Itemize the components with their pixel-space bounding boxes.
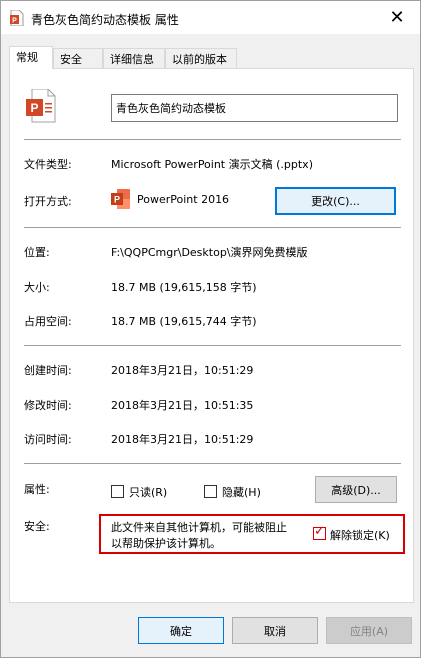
filename-input[interactable]: 青色灰色简约动态模板: [111, 94, 398, 122]
disk-size-value: 18.7 MB (19,615,744 字节): [111, 315, 257, 328]
apply-button[interactable]: 应用(A): [326, 617, 412, 644]
file-type-label: 文件类型:: [24, 158, 72, 171]
created-value: 2018年3月21日，10:51:29: [111, 364, 254, 377]
separator: [24, 227, 401, 228]
created-label: 创建时间:: [24, 364, 72, 377]
tab-security[interactable]: 安全: [53, 48, 103, 68]
modified-label: 修改时间:: [24, 399, 72, 412]
checkmark-icon: ✓: [314, 524, 325, 539]
size-value: 18.7 MB (19,615,158 字节): [111, 281, 257, 294]
tab-previous-versions[interactable]: 以前的版本: [165, 48, 237, 68]
size-label: 大小:: [24, 281, 50, 294]
change-button[interactable]: 更改(C)...: [275, 187, 396, 215]
hidden-checkbox[interactable]: [204, 485, 217, 498]
security-warning-highlight: 此文件来自其他计算机，可能被阻止 以帮助保护该计算机。 ✓ 解除锁定(K): [99, 514, 405, 554]
svg-text:P: P: [12, 18, 17, 25]
powerpoint-app-icon: P: [111, 189, 130, 209]
readonly-label[interactable]: 只读(R): [129, 484, 167, 500]
powerpoint-document-icon: P: [26, 89, 56, 123]
attributes-label: 属性:: [24, 483, 50, 496]
location-label: 位置:: [24, 246, 50, 259]
close-icon: ✕: [389, 7, 405, 28]
open-with-value: PowerPoint 2016: [137, 193, 230, 206]
svg-text:P: P: [30, 101, 38, 115]
cancel-button[interactable]: 取消: [232, 617, 318, 644]
hidden-label[interactable]: 隐藏(H): [222, 484, 261, 500]
readonly-checkbox[interactable]: [111, 485, 124, 498]
modified-value: 2018年3月21日，10:51:35: [111, 399, 254, 412]
accessed-value: 2018年3月21日，10:51:29: [111, 433, 254, 446]
separator: [24, 345, 401, 346]
disk-size-label: 占用空间:: [24, 315, 72, 328]
close-button[interactable]: ✕: [374, 1, 420, 34]
separator: [24, 139, 401, 140]
tab-details[interactable]: 详细信息: [103, 48, 165, 68]
security-label: 安全:: [24, 520, 50, 533]
svg-text:P: P: [114, 195, 120, 205]
window-title: 青色灰色简约动态模板 属性: [31, 13, 179, 27]
properties-dialog: P 青色灰色简约动态模板 属性 ✕ 常规 安全 详细信息 以前的版本 P 青色灰…: [0, 0, 421, 658]
title-bar: P 青色灰色简约动态模板 属性 ✕: [1, 1, 420, 34]
general-panel: P 青色灰色简约动态模板 文件类型: Microsoft PowerPoint …: [9, 68, 414, 603]
ok-button[interactable]: 确定: [138, 617, 224, 644]
separator: [24, 463, 401, 464]
advanced-button[interactable]: 高级(D)...: [315, 476, 397, 503]
powerpoint-file-icon: P: [10, 10, 24, 26]
security-message-line2: 以帮助保护该计算机。: [111, 537, 221, 550]
file-type-value: Microsoft PowerPoint 演示文稿 (.pptx): [111, 158, 313, 171]
location-value[interactable]: F:\QQPCmgr\Desktop\演界网免费模版: [111, 244, 308, 260]
open-with-label: 打开方式:: [24, 195, 72, 208]
security-message-line1: 此文件来自其他计算机，可能被阻止: [111, 521, 287, 534]
unblock-checkbox[interactable]: ✓: [313, 524, 326, 540]
unblock-label[interactable]: 解除锁定(K): [330, 527, 390, 543]
tab-general[interactable]: 常规: [9, 46, 53, 69]
accessed-label: 访问时间:: [24, 433, 72, 446]
